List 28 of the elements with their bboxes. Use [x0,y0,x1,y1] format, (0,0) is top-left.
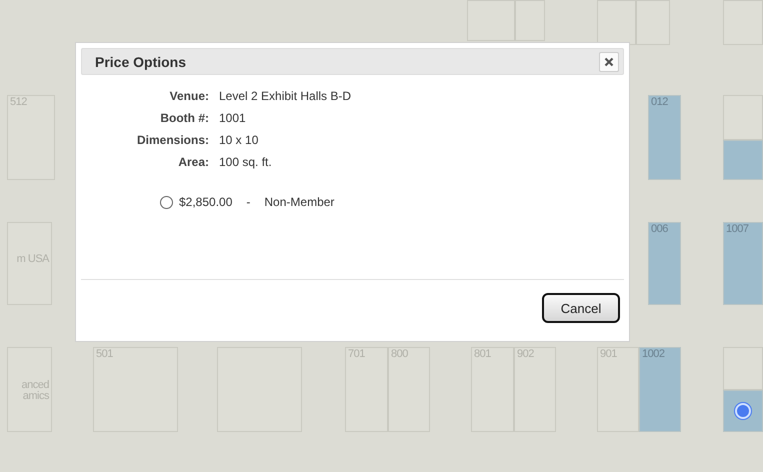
booth-number: 1007 [726,224,748,236]
field-label: Area: [177,154,209,171]
dialog-title: Price Options [95,54,186,70]
field-value: 10 x 10 [219,132,260,149]
separator-text: - [246,195,250,209]
cancel-button[interactable]: Cancel [542,293,620,323]
booth[interactable] [723,347,763,390]
close-button[interactable] [599,52,619,72]
price-text: $2,850.00 [179,195,232,209]
field-label: Dimensions: [136,132,209,149]
booth[interactable]: 006 [648,222,681,305]
booth-number: 1002 [642,349,664,361]
booth[interactable]: 1002 [639,347,681,432]
field-label: Booth #: [159,110,209,127]
booth-number: 012 [651,97,668,109]
booth[interactable]: 012 [648,95,681,180]
booth[interactable] [723,95,763,140]
booth[interactable] [723,390,763,432]
field-label: Venue: [168,88,209,105]
booth[interactable]: 1007 [723,222,763,305]
close-icon [604,56,614,66]
field-value: 1001 [219,110,247,127]
member-type-text: Non-Member [264,195,334,209]
booth-number: 006 [651,224,668,236]
radio-button[interactable] [160,196,173,208]
field-value: Level 2 Exhibit Halls B-D [219,88,352,105]
booth[interactable] [597,0,636,45]
field-value: 100 sq. ft. [219,154,273,171]
